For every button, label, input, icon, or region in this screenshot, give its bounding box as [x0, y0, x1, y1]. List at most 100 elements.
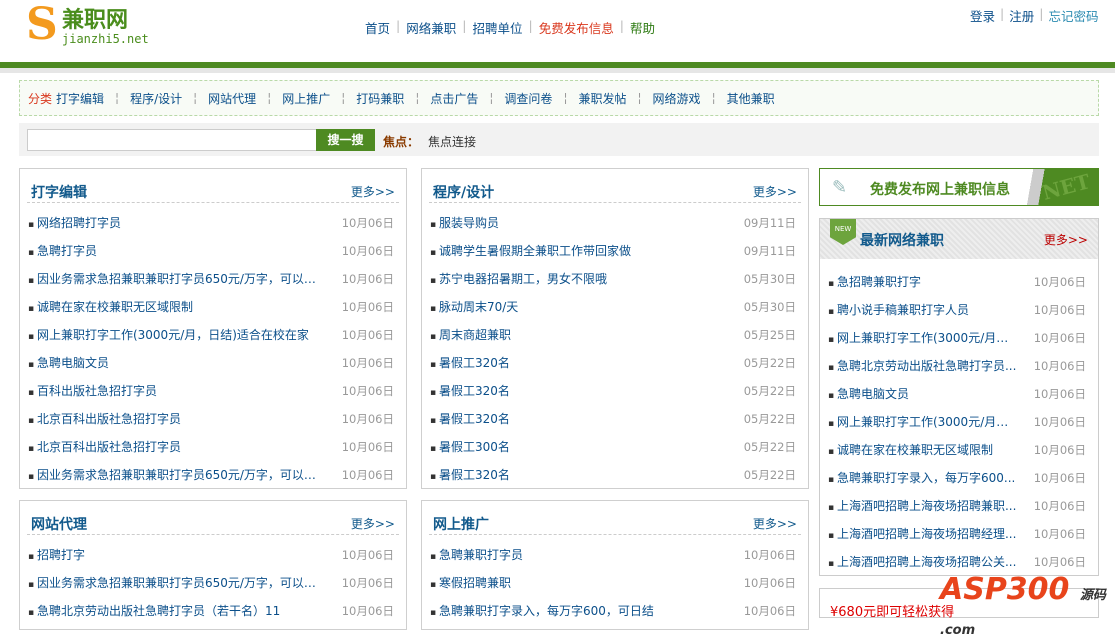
nav-link[interactable]: 帮助: [630, 18, 655, 37]
job-link[interactable]: 脉动周末70/天: [430, 293, 518, 321]
job-link[interactable]: 急聘兼职打字录入，每万字600，可日结: [430, 597, 654, 625]
nav-separator: |: [462, 18, 467, 33]
job-link[interactable]: 苏宁电器招暑期工，男女不限哦: [430, 265, 607, 293]
job-list: 服装导购员09月11日诚聘学生暑假期全兼职工作带回家做09月11日苏宁电器招暑期…: [422, 203, 808, 489]
list-item: 急招聘兼职打字 10月06日: [828, 268, 1086, 296]
job-link[interactable]: 网上兼职打字工作(3000元/月，...: [828, 408, 1018, 436]
job-link[interactable]: 急聘打字员: [28, 237, 97, 265]
nav-link[interactable]: 首页: [365, 18, 390, 37]
job-date: 05月22日: [743, 384, 796, 398]
job-link[interactable]: 暑假工300名: [430, 433, 510, 461]
job-link[interactable]: 暑假工320名: [430, 377, 510, 405]
job-date: 10月06日: [743, 548, 796, 562]
category-link[interactable]: 网站代理: [208, 90, 256, 107]
job-date: 10月06日: [1033, 275, 1086, 289]
job-link[interactable]: 招聘打字: [28, 541, 85, 569]
list-item: 脉动周末70/天 05月30日: [430, 293, 796, 321]
category-link[interactable]: 调查问卷: [504, 90, 552, 107]
panel-programming: 程序/设计更多>>服装导购员09月11日诚聘学生暑假期全兼职工作带回家做09月1…: [421, 168, 809, 489]
header: S 兼职网 jianzhi5.net 首页 | 网络兼职 | 招聘单位 | 免费发布信息 | 帮…: [0, 0, 1115, 62]
more-link[interactable]: 更多>>: [753, 183, 797, 200]
job-link[interactable]: 服装导购员: [430, 209, 499, 237]
job-link[interactable]: 急聘电脑文员: [28, 349, 109, 377]
search-button[interactable]: 搜一搜: [316, 129, 375, 151]
category-link[interactable]: 打码兼职: [356, 90, 404, 107]
list-item: 暑假工320名 05月22日: [430, 349, 796, 377]
list-item: 急聘北京劳动出版社急聘打字员... 10月06日: [828, 352, 1086, 380]
job-link[interactable]: 诚聘学生暑假期全兼职工作带回家做: [430, 237, 631, 265]
job-link[interactable]: 上海酒吧招聘上海夜场招聘兼职...: [828, 492, 1016, 520]
search-input[interactable]: [27, 129, 317, 151]
category-link[interactable]: 点击广告: [430, 90, 478, 107]
job-link[interactable]: 北京百科出版社急招打字员: [28, 405, 181, 433]
job-date: 10月06日: [341, 576, 394, 590]
category-link[interactable]: 网上推广: [282, 90, 330, 107]
job-link[interactable]: 急聘兼职打字员: [430, 541, 523, 569]
nav-link[interactable]: 招聘单位: [472, 18, 522, 37]
job-link[interactable]: 暑假工320名: [430, 349, 510, 377]
logo-s-icon: S: [26, 0, 58, 50]
job-link[interactable]: 诚聘在家在校兼职无区域限制: [828, 436, 993, 464]
job-link[interactable]: 百科出版社急招打字员: [28, 377, 157, 405]
site-logo[interactable]: S 兼职网 jianzhi5.net: [26, 2, 156, 48]
job-link[interactable]: 网上兼职打字工作(3000元/月，...: [828, 324, 1018, 352]
nav-separator: |: [619, 18, 624, 33]
job-link[interactable]: 急招聘兼职打字: [828, 268, 921, 296]
job-link[interactable]: 暑假工320名: [430, 461, 510, 489]
latest-more-link[interactable]: 更多>>: [1044, 231, 1088, 248]
panel-title: 程序/设计: [433, 185, 495, 201]
list-item: 急聘电脑文员 10月06日: [28, 349, 394, 377]
job-date: 10月06日: [743, 604, 796, 618]
job-date: 05月25日: [743, 328, 796, 342]
job-link[interactable]: 因业务需求急招兼职兼职打字员650元/万字，可以带...: [28, 265, 318, 293]
category-link[interactable]: 网络游戏: [653, 90, 701, 107]
category-separator: ¦: [711, 91, 716, 105]
job-list: 招聘打字10月06日因业务需求急招兼职兼职打字员650元/万字，可以带...10…: [20, 535, 406, 625]
job-list: 网络招聘打字员10月06日急聘打字员10月06日因业务需求急招兼职兼职打字员65…: [20, 203, 406, 489]
job-date: 10月06日: [341, 244, 394, 258]
more-link[interactable]: 更多>>: [351, 515, 395, 532]
job-date: 10月06日: [341, 216, 394, 230]
job-link[interactable]: 上海酒吧招聘上海夜场招聘经理...: [828, 520, 1016, 548]
list-item: 急聘北京劳动出版社急聘打字员（若干名）11 10月06日: [28, 597, 394, 625]
job-link[interactable]: 急聘兼职打字录入，每万字600...: [828, 464, 1015, 492]
nav-link[interactable]: 免费发布信息: [539, 18, 614, 37]
focus-link[interactable]: 焦点连接: [428, 133, 476, 150]
account-link[interactable]: 登录: [970, 6, 995, 25]
category-link[interactable]: 打字编辑: [56, 90, 104, 107]
category-link[interactable]: 程序/设计: [130, 90, 182, 107]
category-separator: ¦: [341, 91, 346, 105]
job-link[interactable]: 暑假工320名: [430, 405, 510, 433]
job-date: 09月11日: [743, 216, 796, 230]
job-link[interactable]: 聘小说手稿兼职打字人员: [828, 296, 969, 324]
watermark-logo: ASP300 源码 .com: [940, 572, 1115, 642]
category-link[interactable]: 其他兼职: [727, 90, 775, 107]
account-link[interactable]: 忘记密码: [1048, 6, 1098, 25]
logo-text: 兼职网: [62, 8, 129, 33]
job-link[interactable]: 因业务需求急招兼职兼职打字员650元/万字，可以带...: [28, 569, 318, 597]
new-badge-icon: NEW: [830, 219, 856, 245]
category-separator: ¦: [193, 91, 198, 105]
job-link[interactable]: 急聘电脑文员: [828, 380, 909, 408]
nav-link[interactable]: 网络兼职: [406, 18, 456, 37]
panel-promotion: 网上推广更多>>急聘兼职打字员10月06日寒假招聘兼职10月06日急聘兼职打字录…: [421, 500, 809, 630]
job-link[interactable]: 急聘北京劳动出版社急聘打字员（若干名）11: [28, 597, 280, 625]
category-link[interactable]: 兼职发帖: [578, 90, 626, 107]
category-bar: 分类 打字编辑 ¦ 程序/设计 ¦ 网站代理 ¦ 网上推广 ¦ 打码兼职 ¦ 点击广告 ¦ 调查问卷 ¦ 兼…: [19, 80, 1099, 116]
job-link[interactable]: 因业务需求急招兼职兼职打字员650元/万字，可以带...: [28, 461, 318, 489]
job-link[interactable]: 周末商超兼职: [430, 321, 511, 349]
more-link[interactable]: 更多>>: [753, 515, 797, 532]
latest-title: 最新网络兼职: [860, 233, 944, 249]
job-link[interactable]: 网上兼职打字工作(3000元/月，日结)适合在校在家: [28, 321, 309, 349]
more-link[interactable]: 更多>>: [351, 183, 395, 200]
job-date: 05月30日: [743, 272, 796, 286]
job-link[interactable]: 寒假招聘兼职: [430, 569, 511, 597]
panel-header: 网上推广 更多>>: [429, 501, 801, 535]
job-link[interactable]: 诚聘在家在校兼职无区域限制: [28, 293, 193, 321]
job-link[interactable]: 北京百科出版社急招打字员: [28, 433, 181, 461]
job-link[interactable]: 网络招聘打字员: [28, 209, 121, 237]
job-link[interactable]: 急聘北京劳动出版社急聘打字员...: [828, 352, 1016, 380]
account-link[interactable]: 注册: [1009, 6, 1034, 25]
job-date: 10月06日: [1033, 415, 1086, 429]
publish-banner[interactable]: ✎ 免费发布网上兼职信息 NET: [819, 168, 1099, 206]
